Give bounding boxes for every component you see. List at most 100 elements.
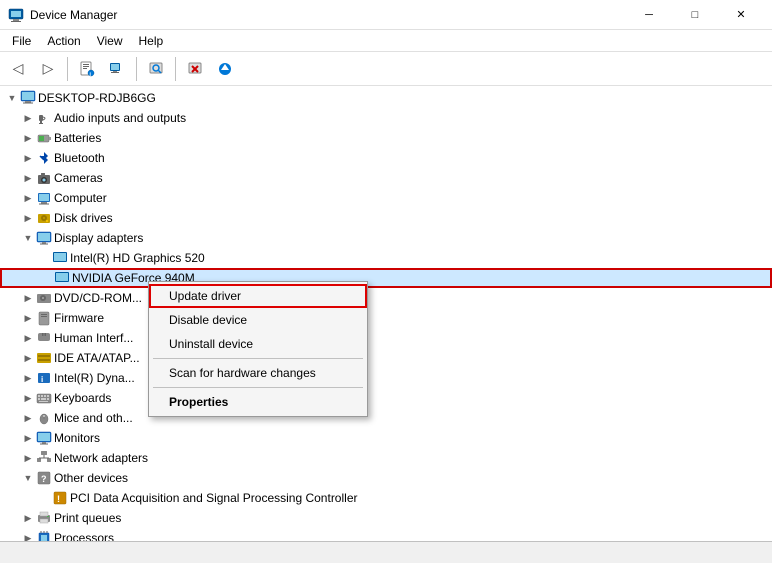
mice-icon [36, 410, 52, 426]
dvd-label: DVD/CD-ROM... [54, 291, 142, 305]
keyboards-expand-icon: ▶ [20, 390, 36, 406]
svg-text:?: ? [41, 474, 47, 484]
tree-item-processors[interactable]: ▶ Processors [0, 528, 772, 541]
root-computer-icon [20, 90, 36, 106]
firmware-icon [36, 310, 52, 326]
disk-expand-icon: ▶ [20, 210, 36, 226]
ide-expand-icon: ▶ [20, 350, 36, 366]
status-bar [0, 541, 772, 563]
dvd-icon [36, 290, 52, 306]
print-label: Print queues [54, 511, 121, 525]
tree-item-nvidia[interactable]: ▶ NVIDIA GeForce 940M [0, 268, 772, 288]
main-content: ▼ DESKTOP-RDJB6GG ▶ [0, 86, 772, 541]
back-button[interactable]: ◁ [4, 55, 32, 83]
tree-root[interactable]: ▼ DESKTOP-RDJB6GG [0, 88, 772, 108]
audio-label: Audio inputs and outputs [54, 111, 186, 125]
close-button[interactable]: ✕ [718, 0, 764, 30]
network-icon [36, 450, 52, 466]
minimize-button[interactable]: ─ [626, 0, 672, 30]
tree-item-keyboards[interactable]: ▶ Keyboards [0, 388, 772, 408]
maximize-button[interactable]: □ [672, 0, 718, 30]
ide-label: IDE ATA/ATAP... [54, 351, 140, 365]
tree-item-pci[interactable]: ▶ ! PCI Data Acquisition and Signal Proc… [0, 488, 772, 508]
svg-text:i: i [41, 375, 43, 384]
computer-expand-icon: ▶ [20, 190, 36, 206]
window-controls: ─ □ ✕ [626, 0, 764, 30]
monitors-expand-icon: ▶ [20, 430, 36, 446]
processors-label: Processors [54, 531, 114, 541]
forward-button[interactable]: ▷ [34, 55, 62, 83]
cameras-label: Cameras [54, 171, 103, 185]
tree-item-ide[interactable]: ▶ IDE ATA/ATAP... [0, 348, 772, 368]
audio-expand-icon: ▶ [20, 110, 36, 126]
title-bar: Device Manager ─ □ ✕ [0, 0, 772, 30]
network-label: Network adapters [54, 451, 148, 465]
processors-icon [36, 530, 52, 541]
display-adapters-label: Display adapters [54, 231, 143, 245]
ctx-uninstall-device[interactable]: Uninstall device [149, 332, 367, 356]
bluetooth-label: Bluetooth [54, 151, 105, 165]
menu-action[interactable]: Action [39, 30, 88, 52]
tree-item-mice[interactable]: ▶ Mice and oth... [0, 408, 772, 428]
toolbar-separator-3 [175, 57, 176, 81]
tree-item-print[interactable]: ▶ Print queues [0, 508, 772, 528]
other-icon: ? [36, 470, 52, 486]
tree-item-network[interactable]: ▶ Network adapters [0, 448, 772, 468]
disk-drives-label: Disk drives [54, 211, 113, 225]
other-devices-label: Other devices [54, 471, 128, 485]
ctx-update-driver[interactable]: Update driver [149, 284, 367, 308]
tree-item-firmware[interactable]: ▶ Firmware [0, 308, 772, 328]
tree-item-batteries[interactable]: ▶ Batteries [0, 128, 772, 148]
app-icon [8, 7, 24, 23]
keyboards-label: Keyboards [54, 391, 111, 405]
menu-view[interactable]: View [89, 30, 131, 52]
batteries-icon [36, 130, 52, 146]
scan-changes-button[interactable] [142, 55, 170, 83]
ide-icon [36, 350, 52, 366]
ctx-disable-device[interactable]: Disable device [149, 308, 367, 332]
tree-item-dvd[interactable]: ▶ DVD/CD-ROM... [0, 288, 772, 308]
tree-item-intel-dynamic[interactable]: ▶ i Intel(R) Dyna... [0, 368, 772, 388]
tree-item-hid[interactable]: ▶ Human Interf... [0, 328, 772, 348]
monitors-label: Monitors [54, 431, 100, 445]
keyboards-icon [36, 390, 52, 406]
ctx-separator-2 [153, 387, 363, 388]
cameras-expand-icon: ▶ [20, 170, 36, 186]
display-expand-icon: ▼ [20, 230, 36, 246]
dvd-expand-icon: ▶ [20, 290, 36, 306]
computer-icon [36, 190, 52, 206]
hid-label: Human Interf... [54, 331, 133, 345]
tree-item-computer[interactable]: ▶ Computer [0, 188, 772, 208]
intel-dynamic-icon: i [36, 370, 52, 386]
computer-label: Computer [54, 191, 107, 205]
pci-icon: ! [52, 490, 68, 506]
tree-item-cameras[interactable]: ▶ Cameras [0, 168, 772, 188]
root-expand-icon: ▼ [4, 90, 20, 106]
uninstall-button[interactable] [181, 55, 209, 83]
other-expand-icon: ▼ [20, 470, 36, 486]
cameras-icon [36, 170, 52, 186]
ctx-scan-hardware[interactable]: Scan for hardware changes [149, 361, 367, 385]
toolbar-separator-2 [136, 57, 137, 81]
audio-icon [36, 110, 52, 126]
ctx-properties[interactable]: Properties [149, 390, 367, 414]
bluetooth-expand-icon: ▶ [20, 150, 36, 166]
update-driver-button[interactable] [211, 55, 239, 83]
print-icon [36, 510, 52, 526]
tree-item-bluetooth[interactable]: ▶ Bluetooth [0, 148, 772, 168]
device-tree[interactable]: ▼ DESKTOP-RDJB6GG ▶ [0, 86, 772, 541]
tree-item-intel-graphics[interactable]: ▶ Intel(R) HD Graphics 520 [0, 248, 772, 268]
menu-file[interactable]: File [4, 30, 39, 52]
intel-graphics-icon [52, 250, 68, 266]
toolbar-separator-1 [67, 57, 68, 81]
show-properties-button[interactable]: i [73, 55, 101, 83]
tree-item-display-adapters[interactable]: ▼ Display adapters [0, 228, 772, 248]
tree-item-audio[interactable]: ▶ Audio inputs and outputs [0, 108, 772, 128]
print-expand-icon: ▶ [20, 510, 36, 526]
tree-item-disk-drives[interactable]: ▶ Disk drives [0, 208, 772, 228]
device-manager-button[interactable] [103, 55, 131, 83]
tree-item-other-devices[interactable]: ▼ ? Other devices [0, 468, 772, 488]
tree-item-monitors[interactable]: ▶ Monitors [0, 428, 772, 448]
menu-help[interactable]: Help [131, 30, 172, 52]
batteries-label: Batteries [54, 131, 101, 145]
